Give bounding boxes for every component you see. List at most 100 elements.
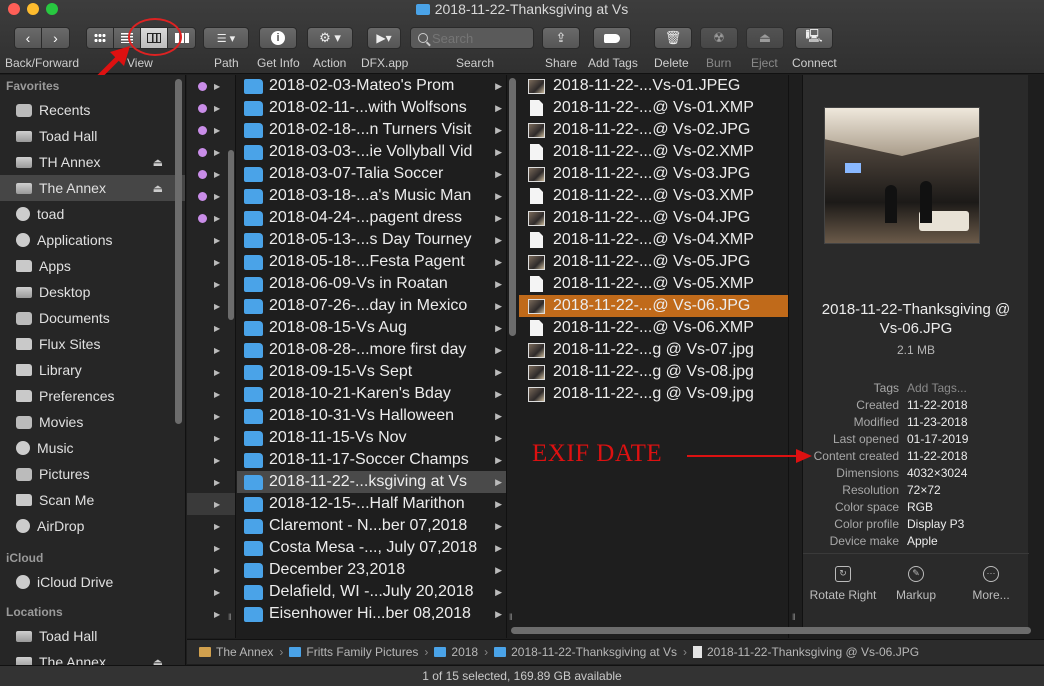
sidebar-item-desktop[interactable]: Desktop <box>0 279 185 305</box>
path-item[interactable]: Fritts Family Pictures <box>289 645 418 659</box>
dfx-app-button[interactable]: ▶▾ <box>367 27 401 49</box>
forward-button[interactable]: › <box>42 28 69 48</box>
burn-button[interactable]: ☢ <box>700 27 738 49</box>
sidebar-item-music[interactable]: Music <box>0 435 185 461</box>
file-row[interactable]: 2018-11-22-...@ Vs-02.JPG <box>519 119 788 141</box>
folder-row[interactable]: 2018-08-15-Vs Aug ▶ <box>237 317 506 339</box>
delete-button[interactable]: 🗑 <box>654 27 692 49</box>
sidebar-item-the-annex[interactable]: The Annex ⏏ <box>0 649 185 666</box>
file-row[interactable]: 2018-11-22-...@ Vs-03.JPG <box>519 163 788 185</box>
folder-row[interactable]: December 23,2018 ▶ <box>237 559 506 581</box>
sidebar-item-airdrop[interactable]: AirDrop <box>0 513 185 539</box>
sidebar-item-toad[interactable]: toad <box>0 201 185 227</box>
list-item[interactable]: ▶ <box>187 75 235 97</box>
file-row[interactable]: 2018-11-22-...@ Vs-03.XMP <box>519 185 788 207</box>
list-item[interactable]: ▶ <box>187 493 235 515</box>
sidebar-item-library[interactable]: Library <box>0 357 185 383</box>
sidebar-item-recents[interactable]: Recents <box>0 97 185 123</box>
path-button[interactable]: ☰ ▾ <box>203 27 249 49</box>
file-row[interactable]: 2018-11-22-...@ Vs-01.XMP <box>519 97 788 119</box>
list-item[interactable]: ▶ <box>187 515 235 537</box>
sidebar-item-flux-sites[interactable]: Flux Sites <box>0 331 185 357</box>
folder-row[interactable]: Delafield, WI -...July 20,2018 ▶ <box>237 581 506 603</box>
folder-row[interactable]: 2018-10-31-Vs Halloween ▶ <box>237 405 506 427</box>
list-item[interactable]: ▶ <box>187 427 235 449</box>
search-input[interactable] <box>432 30 527 46</box>
folder-row[interactable]: 2018-02-11-...with Wolfsons ▶ <box>237 97 506 119</box>
more-button[interactable]: ··· More... <box>951 566 1031 602</box>
sidebar-item-movies[interactable]: Movies <box>0 409 185 435</box>
add-tags-field[interactable]: Add Tags... <box>907 381 967 395</box>
list-item[interactable]: ▶ <box>187 119 235 141</box>
list-item[interactable]: ▶ <box>187 361 235 383</box>
file-row[interactable]: 2018-11-22-...Vs-01.JPEG <box>519 75 788 97</box>
folder-row[interactable]: 2018-03-03-...ie Vollyball Vid ▶ <box>237 141 506 163</box>
action-button[interactable]: ⚙ ▾ <box>307 27 353 49</box>
folder-row[interactable]: 2018-10-21-Karen's Bday ▶ <box>237 383 506 405</box>
file-row[interactable]: 2018-11-22-...g @ Vs-08.jpg <box>519 361 788 383</box>
file-row[interactable]: 2018-11-22-...@ Vs-05.JPG <box>519 251 788 273</box>
folder-row[interactable]: 2018-11-22-...ksgiving at Vs ▶ <box>237 471 506 493</box>
list-item[interactable]: ▶ <box>187 537 235 559</box>
folder-row[interactable]: 2018-07-26-...day in Mexico ▶ <box>237 295 506 317</box>
file-row[interactable]: 2018-11-22-...@ Vs-02.XMP <box>519 141 788 163</box>
list-item[interactable]: ▶ <box>187 339 235 361</box>
eject-icon[interactable]: ⏏ <box>153 182 163 195</box>
path-item[interactable]: 2018-11-22-Thanksgiving at Vs <box>494 645 677 659</box>
sidebar-item-pictures[interactable]: Pictures <box>0 461 185 487</box>
sidebar-item-documents[interactable]: Documents <box>0 305 185 331</box>
list-item[interactable]: ▶ <box>187 97 235 119</box>
file-row[interactable]: 2018-11-22-...@ Vs-04.JPG <box>519 207 788 229</box>
share-button[interactable]: ⇪ <box>542 27 580 49</box>
sidebar-scrollbar[interactable] <box>175 79 182 424</box>
folder-row[interactable]: 2018-05-13-...s Day Tourney ▶ <box>237 229 506 251</box>
sidebar-item-toad-hall[interactable]: Toad Hall <box>0 123 185 149</box>
list-item[interactable]: ▶ <box>187 471 235 493</box>
folder-row[interactable]: Costa Mesa -..., July 07,2018 ▶ <box>237 537 506 559</box>
eject-icon[interactable]: ⏏ <box>153 156 163 169</box>
folder-row[interactable]: Claremont - N...ber 07,2018 ▶ <box>237 515 506 537</box>
column-resize-handle[interactable]: ǁ <box>509 612 513 622</box>
folder-row[interactable]: 2018-08-28-...more first day ▶ <box>237 339 506 361</box>
folder-row[interactable]: 2018-02-18-...n Turners Visit ▶ <box>237 119 506 141</box>
list-item[interactable]: ▶ <box>187 581 235 603</box>
list-item[interactable]: ▶ <box>187 405 235 427</box>
sidebar-item-th-annex[interactable]: TH Annex ⏏ <box>0 149 185 175</box>
sidebar-item-preferences[interactable]: Preferences <box>0 383 185 409</box>
folder-row[interactable]: 2018-11-17-Soccer Champs ▶ <box>237 449 506 471</box>
folder-row[interactable]: 2018-12-15-...Half Marithon ▶ <box>237 493 506 515</box>
horizontal-scrollbar[interactable] <box>511 627 1031 634</box>
folder-row[interactable]: 2018-05-18-...Festa Pagent ▶ <box>237 251 506 273</box>
list-item[interactable]: ▶ <box>187 383 235 405</box>
folder-row[interactable]: 2018-09-15-Vs Sept ▶ <box>237 361 506 383</box>
file-row[interactable]: 2018-11-22-...@ Vs-06.JPG <box>519 295 788 317</box>
folder-row[interactable]: 2018-03-07-Talia Soccer ▶ <box>237 163 506 185</box>
file-row[interactable]: 2018-11-22-...g @ Vs-09.jpg <box>519 383 788 405</box>
back-button[interactable]: ‹ <box>15 28 42 48</box>
sidebar-item-applications[interactable]: Applications <box>0 227 185 253</box>
folder-row[interactable]: 2018-03-18-...a's Music Man ▶ <box>237 185 506 207</box>
file-row[interactable]: 2018-11-22-...@ Vs-04.XMP <box>519 229 788 251</box>
folder-row[interactable]: Eisenhower Hi...ber 08,2018 ▶ <box>237 603 506 625</box>
sidebar-item-toad-hall[interactable]: Toad Hall <box>0 623 185 649</box>
add-tags-button[interactable] <box>593 27 631 49</box>
folders-column-scrollbar[interactable] <box>509 78 516 336</box>
folder-row[interactable]: 2018-04-24-...pagent dress ▶ <box>237 207 506 229</box>
sidebar-item-apps[interactable]: Apps <box>0 253 185 279</box>
folder-row[interactable]: 2018-06-09-Vs in Roatan ▶ <box>237 273 506 295</box>
list-item[interactable]: ▶ <box>187 559 235 581</box>
path-item[interactable]: 2018 <box>434 645 478 659</box>
path-item[interactable]: The Annex <box>199 645 273 659</box>
tags-column-scrollbar[interactable] <box>228 150 234 320</box>
folder-row[interactable]: 2018-11-15-Vs Nov ▶ <box>237 427 506 449</box>
search-field[interactable] <box>410 27 534 49</box>
column-resize-handle[interactable]: ǁ <box>228 612 232 622</box>
file-row[interactable]: 2018-11-22-...g @ Vs-07.jpg <box>519 339 788 361</box>
get-info-button[interactable]: i <box>259 27 297 49</box>
markup-button[interactable]: ✎ Markup <box>876 566 956 602</box>
file-row[interactable]: 2018-11-22-...@ Vs-05.XMP <box>519 273 788 295</box>
rotate-right-button[interactable]: ↻ Rotate Right <box>803 566 883 602</box>
eject-button[interactable]: ⏏ <box>746 27 784 49</box>
folder-row[interactable]: 2018-02-03-Mateo's Prom ▶ <box>237 75 506 97</box>
sidebar-item-scan-me[interactable]: Scan Me <box>0 487 185 513</box>
